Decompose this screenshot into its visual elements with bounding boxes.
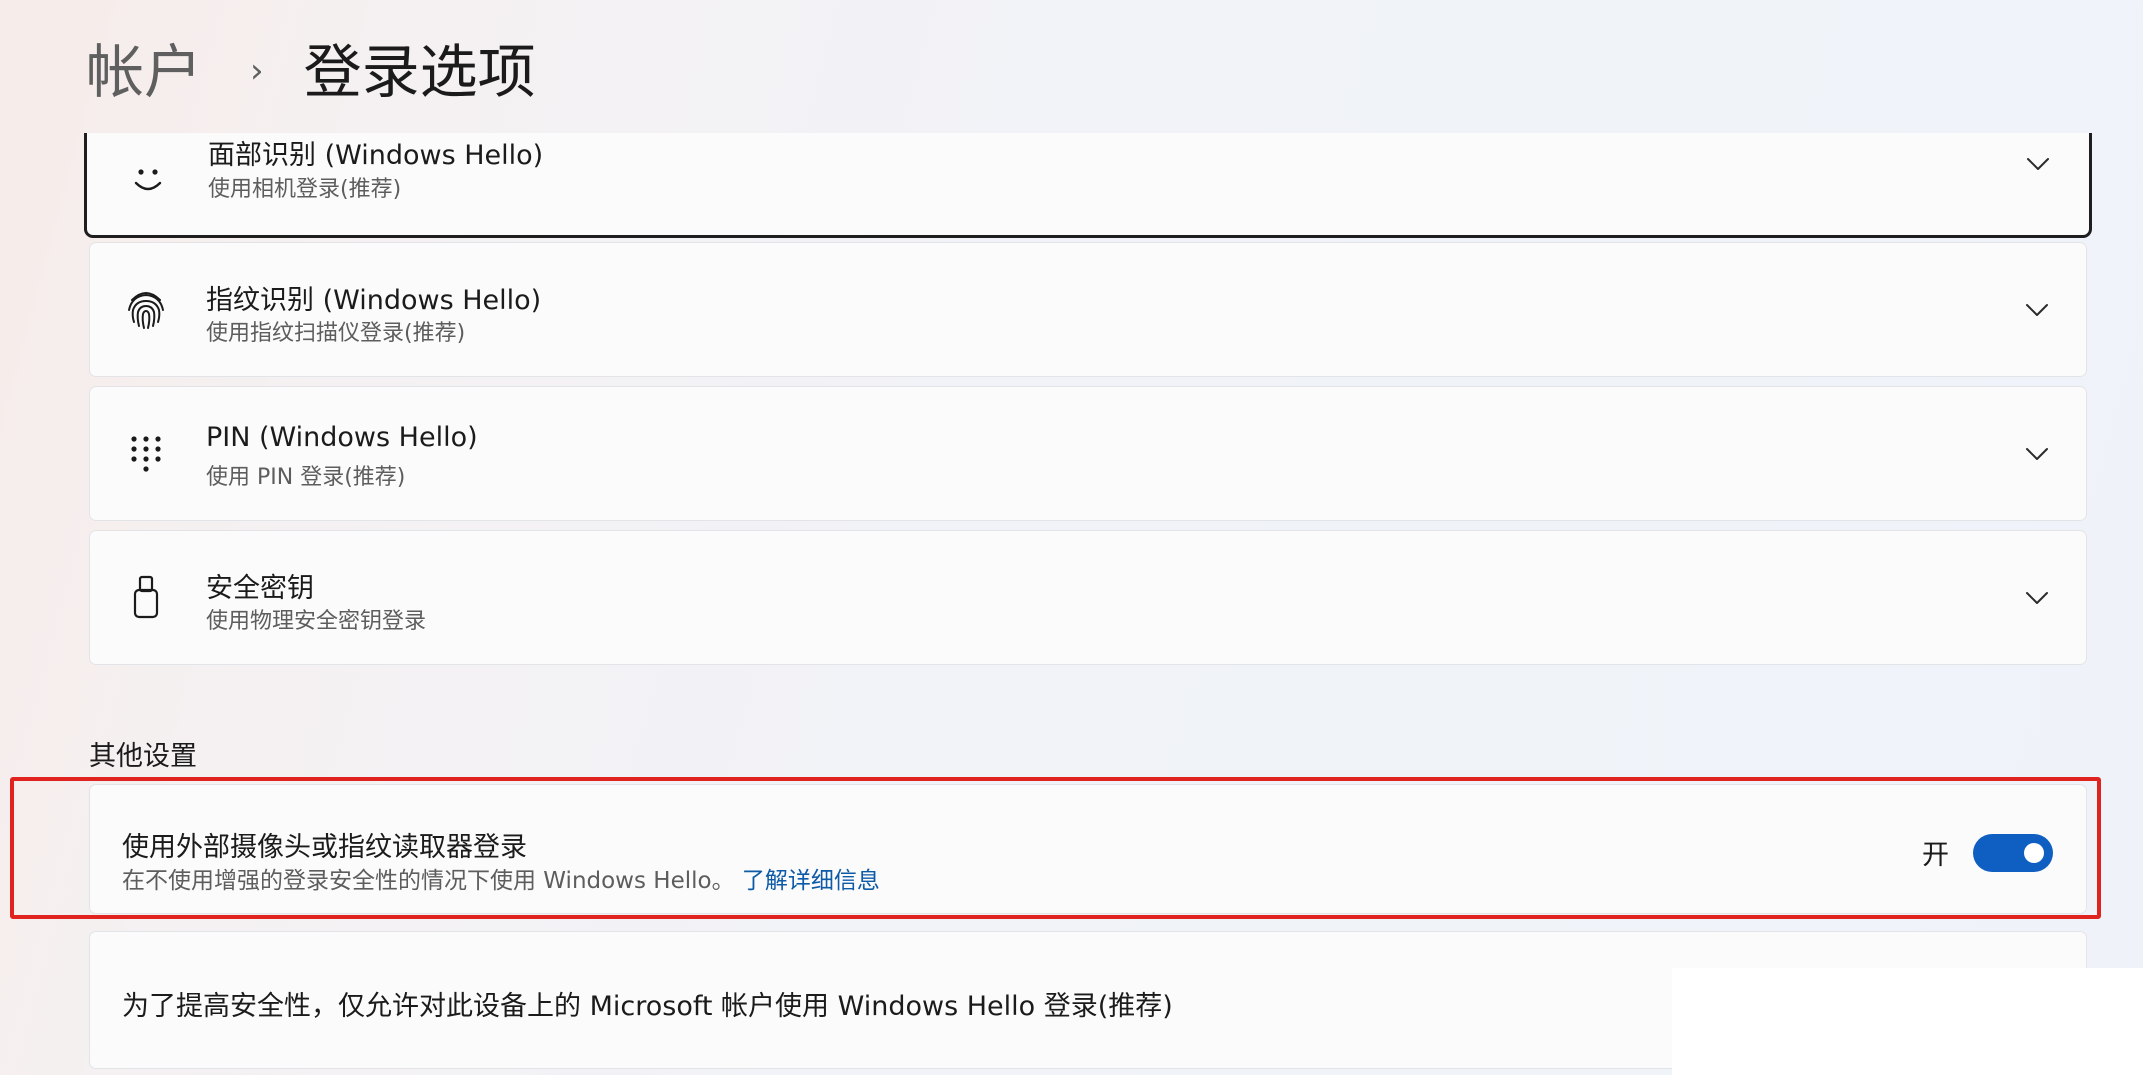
external-camera-description-text: 在不使用增强的登录安全性的情况下使用 Windows Hello。 <box>122 868 735 894</box>
face-recognition-expander[interactable]: 面部识别 (Windows Hello) 使用相机登录(推荐) <box>84 133 2092 238</box>
breadcrumb: 帐户 › 登录选项 <box>86 30 536 114</box>
bottom-overlay <box>1672 968 2143 1075</box>
page-title: 登录选项 <box>303 38 536 106</box>
external-camera-toggle-group: 开 <box>1922 833 2053 872</box>
face-recognition-subtitle: 使用相机登录(推荐) <box>208 177 402 202</box>
fingerprint-icon <box>126 289 166 329</box>
section-title-other-settings: 其他设置 <box>89 741 197 772</box>
pin-subtitle: 使用 PIN 登录(推荐) <box>206 465 406 490</box>
external-camera-description: 在不使用增强的登录安全性的情况下使用 Windows Hello。 了解详细信息 <box>122 861 880 895</box>
fingerprint-subtitle: 使用指纹扫描仪登录(推荐) <box>206 321 466 346</box>
breadcrumb-parent-accounts[interactable]: 帐户 <box>86 30 202 114</box>
pin-expander[interactable]: PIN (Windows Hello) 使用 PIN 登录(推荐) <box>89 386 2087 521</box>
external-camera-setting: 使用外部摄像头或指纹读取器登录 在不使用增强的登录安全性的情况下使用 Windo… <box>89 784 2087 914</box>
security-key-title: 安全密钥 <box>206 573 314 604</box>
external-camera-title: 使用外部摄像头或指纹读取器登录 <box>122 832 527 863</box>
security-key-subtitle: 使用物理安全密钥登录 <box>206 609 427 634</box>
security-key-expander[interactable]: 安全密钥 使用物理安全密钥登录 <box>89 530 2087 665</box>
learn-more-link[interactable]: 了解详细信息 <box>742 868 880 894</box>
chevron-down-icon[interactable] <box>2025 151 2051 177</box>
pin-title: PIN (Windows Hello) <box>206 422 478 453</box>
toggle-state-label: 开 <box>1922 840 1949 871</box>
chevron-down-icon[interactable] <box>2024 297 2050 323</box>
breadcrumb-separator-icon: › <box>250 51 264 91</box>
chevron-down-icon[interactable] <box>2024 585 2050 611</box>
pin-keypad-icon <box>126 434 166 474</box>
toggle-knob <box>2024 842 2044 863</box>
microsoft-account-only-title: 为了提高安全性，仅允许对此设备上的 Microsoft 帐户使用 Windows… <box>122 991 1173 1022</box>
face-smile-icon <box>128 161 168 201</box>
usb-key-icon <box>126 575 166 619</box>
fingerprint-expander[interactable]: 指纹识别 (Windows Hello) 使用指纹扫描仪登录(推荐) <box>89 242 2087 377</box>
face-recognition-title: 面部识别 (Windows Hello) <box>208 140 544 171</box>
chevron-down-icon[interactable] <box>2024 441 2050 467</box>
fingerprint-title: 指纹识别 (Windows Hello) <box>206 285 542 316</box>
external-camera-toggle[interactable] <box>1973 833 2053 872</box>
